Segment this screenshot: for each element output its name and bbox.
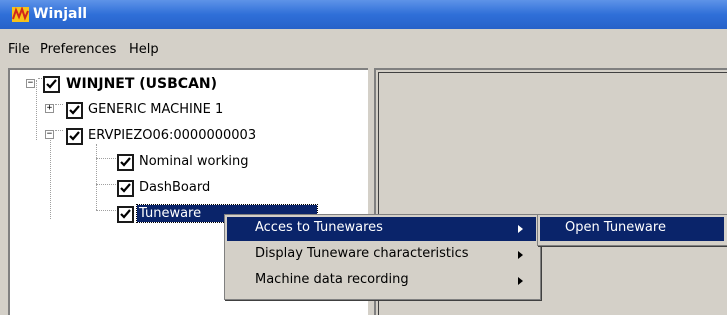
menu-item-label: Machine data recording [255, 272, 409, 287]
checkbox-checked-icon[interactable] [43, 76, 60, 93]
submenu-arrow-icon [518, 251, 523, 259]
tree-connector [96, 210, 116, 211]
menu-bar: File Preferences Help [0, 29, 727, 69]
menu-item-open-tuneware[interactable]: Open Tuneware [540, 217, 724, 241]
menu-item-label: Acces to Tunewares [255, 220, 383, 235]
tree-connector [96, 184, 116, 185]
tree-connector [50, 134, 51, 219]
tree-node-nominal-working[interactable]: Nominal working [139, 154, 248, 169]
winjall-app-icon [12, 7, 29, 22]
context-menu: Acces to Tunewares Display Tuneware char… [224, 214, 541, 300]
title-bar[interactable]: Winjall [0, 0, 727, 29]
checkbox-checked-icon[interactable] [66, 128, 83, 145]
checkbox-checked-icon[interactable] [117, 180, 134, 197]
tree-node-machine[interactable]: ERVPIEZO06:0000000003 [88, 128, 256, 143]
menu-file[interactable]: File [8, 42, 30, 57]
submenu-arrow-icon [518, 225, 523, 233]
submenu: Open Tuneware [537, 214, 727, 246]
checkbox-checked-icon[interactable] [117, 154, 134, 171]
menu-item-label: Open Tuneware [565, 220, 666, 235]
tree-node-root[interactable]: WINJNET (USBCAN) [66, 76, 217, 92]
menu-item-acces-to-tunewares[interactable]: Acces to Tunewares [227, 217, 536, 241]
menu-help[interactable]: Help [129, 42, 159, 57]
menu-preferences[interactable]: Preferences [40, 42, 116, 57]
tree-connector [55, 130, 63, 131]
checkbox-checked-icon[interactable] [66, 102, 83, 119]
tree-connector [96, 144, 97, 210]
menu-item-display-tuneware-characteristics[interactable]: Display Tuneware characteristics [227, 243, 536, 267]
collapse-icon[interactable]: − [45, 130, 54, 139]
tree-node-machine[interactable]: GENERIC MACHINE 1 [88, 102, 223, 117]
tree-connector [36, 80, 37, 140]
menu-item-machine-data-recording[interactable]: Machine data recording [227, 269, 536, 293]
submenu-arrow-icon [518, 277, 523, 285]
checkbox-checked-icon[interactable] [117, 206, 134, 223]
collapse-icon[interactable]: − [26, 79, 35, 88]
window-title: Winjall [33, 6, 88, 22]
expand-icon[interactable]: + [45, 104, 54, 113]
menu-item-label: Display Tuneware characteristics [255, 246, 469, 261]
tree-connector [55, 104, 63, 105]
tree-connector [96, 158, 116, 159]
tree-node-dashboard[interactable]: DashBoard [139, 180, 210, 195]
